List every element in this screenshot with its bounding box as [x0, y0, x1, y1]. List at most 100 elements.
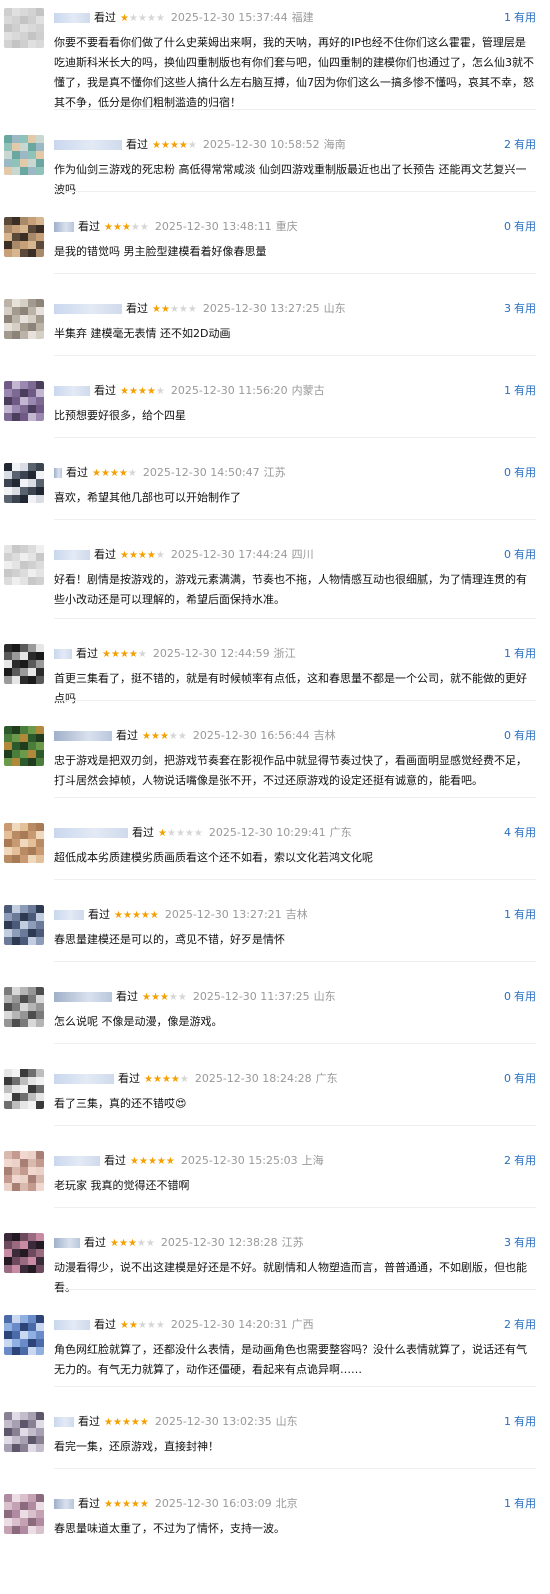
star-icon: ★	[146, 550, 156, 561]
avatar[interactable]	[4, 1494, 44, 1534]
comment-item: 看过 ★★★★★ 2025-12-30 14:20:31 广西 2 有用 角色网红脸就算了，…	[0, 1315, 550, 1412]
avatar[interactable]	[4, 299, 44, 339]
watched-label: 看过	[132, 826, 154, 839]
star-icon: ★	[150, 992, 160, 1003]
star-icon: ★	[160, 304, 170, 315]
username-blurred[interactable]	[54, 649, 72, 659]
avatar[interactable]	[4, 726, 44, 766]
comment-item: 看过 ★★★★★ 2025-12-30 12:44:59 浙江 1 有用 首更三集看了，挺不…	[0, 644, 550, 726]
username-blurred[interactable]	[54, 468, 62, 478]
watched-label: 看过	[88, 908, 110, 921]
useful-count: 2	[504, 1154, 511, 1167]
useful-count: 4	[504, 826, 511, 839]
useful-count: 0	[504, 548, 511, 561]
avatar[interactable]	[4, 1069, 44, 1109]
useful-vote-button[interactable]: 2 有用	[504, 137, 536, 153]
useful-vote-button[interactable]: 1 有用	[504, 383, 536, 399]
username-blurred[interactable]	[54, 992, 112, 1002]
useful-vote-button[interactable]: 0 有用	[504, 547, 536, 563]
useful-label: 有用	[514, 1497, 536, 1510]
star-icon: ★	[120, 13, 129, 24]
useful-vote-button[interactable]: 2 有用	[504, 1317, 536, 1333]
avatar[interactable]	[4, 905, 44, 945]
star-icon: ★	[104, 1499, 113, 1510]
avatar[interactable]	[4, 545, 44, 585]
rating-stars: ★★★★★	[104, 1499, 149, 1510]
useful-vote-button[interactable]: 3 有用	[504, 301, 536, 317]
useful-count: 1	[504, 908, 511, 921]
username-blurred[interactable]	[54, 1156, 100, 1166]
comment-time: 2025-12-30 14:50:47	[142, 466, 260, 479]
star-icon: ★	[104, 1417, 113, 1428]
comment-time: 2025-12-30 10:29:41	[208, 826, 326, 839]
avatar[interactable]	[4, 8, 44, 48]
comment-text: 半集弃 建模毫无表情 还不如2D动画	[54, 327, 231, 340]
star-icon: ★	[130, 1156, 139, 1167]
comment-divider	[54, 879, 536, 880]
star-icon: ★	[147, 1156, 157, 1167]
avatar[interactable]	[4, 823, 44, 863]
watched-label: 看过	[104, 1154, 126, 1167]
useful-vote-button[interactable]: 3 有用	[504, 1235, 536, 1251]
username-blurred[interactable]	[54, 1499, 74, 1509]
star-icon: ★	[130, 1417, 140, 1428]
username-blurred[interactable]	[54, 1074, 114, 1084]
avatar[interactable]	[4, 463, 44, 503]
avatar[interactable]	[4, 1412, 44, 1452]
star-icon: ★	[193, 828, 203, 839]
avatar[interactable]	[4, 135, 44, 175]
useful-vote-button[interactable]: 0 有用	[504, 219, 536, 235]
username-blurred[interactable]	[54, 828, 128, 838]
useful-vote-button[interactable]: 1 有用	[504, 1496, 536, 1512]
useful-vote-button[interactable]: 1 有用	[504, 646, 536, 662]
comment-divider	[54, 961, 536, 962]
useful-vote-button[interactable]: 0 有用	[504, 989, 536, 1005]
rating-stars: ★★★★★	[130, 1156, 175, 1167]
username-blurred[interactable]	[54, 731, 112, 741]
useful-vote-button[interactable]: 1 有用	[504, 907, 536, 923]
useful-label: 有用	[514, 1154, 536, 1167]
useful-vote-button[interactable]: 0 有用	[504, 465, 536, 481]
star-icon: ★	[137, 550, 147, 561]
comment-meta: 看过 ★★★★★ 2025-12-30 11:56:20 内蒙古 1 有用	[54, 383, 536, 399]
useful-vote-button[interactable]: 0 有用	[504, 728, 536, 744]
useful-label: 有用	[514, 466, 536, 479]
star-icon: ★	[169, 140, 179, 151]
avatar[interactable]	[4, 644, 44, 684]
comment-time: 2025-12-30 12:44:59	[152, 647, 270, 660]
useful-count: 0	[504, 220, 511, 233]
username-blurred[interactable]	[54, 140, 122, 150]
star-icon: ★	[179, 1074, 189, 1085]
username-blurred[interactable]	[54, 222, 74, 232]
avatar[interactable]	[4, 381, 44, 421]
comment-meta: 看过 ★★★★★ 2025-12-30 12:38:28 江苏 3 有用	[54, 1235, 536, 1251]
star-icon: ★	[92, 468, 101, 479]
comment-time: 2025-12-30 16:56:44	[192, 729, 310, 742]
avatar[interactable]	[4, 1315, 44, 1355]
star-icon: ★	[155, 1320, 165, 1331]
avatar[interactable]	[4, 987, 44, 1027]
useful-vote-button[interactable]: 2 有用	[504, 1153, 536, 1169]
username-blurred[interactable]	[54, 910, 84, 920]
useful-vote-button[interactable]: 1 有用	[504, 1414, 536, 1430]
username-blurred[interactable]	[54, 550, 90, 560]
avatar[interactable]	[4, 1233, 44, 1273]
rating-stars: ★★★★★	[144, 1074, 189, 1085]
username-blurred[interactable]	[54, 1320, 90, 1330]
useful-vote-button[interactable]: 4 有用	[504, 825, 536, 841]
useful-vote-button[interactable]: 0 有用	[504, 1071, 536, 1087]
star-icon: ★	[152, 140, 161, 151]
comment-time: 2025-12-30 18:24:28	[194, 1072, 312, 1085]
username-blurred[interactable]	[54, 386, 90, 396]
username-blurred[interactable]	[54, 13, 90, 23]
avatar[interactable]	[4, 1151, 44, 1191]
star-icon: ★	[150, 731, 160, 742]
avatar[interactable]	[4, 217, 44, 257]
username-blurred[interactable]	[54, 304, 122, 314]
useful-count: 1	[504, 647, 511, 660]
username-blurred[interactable]	[54, 1238, 80, 1248]
username-blurred[interactable]	[54, 1417, 74, 1427]
useful-vote-button[interactable]: 1 有用	[504, 10, 536, 26]
comment-divider	[54, 437, 536, 438]
star-icon: ★	[144, 1074, 153, 1085]
